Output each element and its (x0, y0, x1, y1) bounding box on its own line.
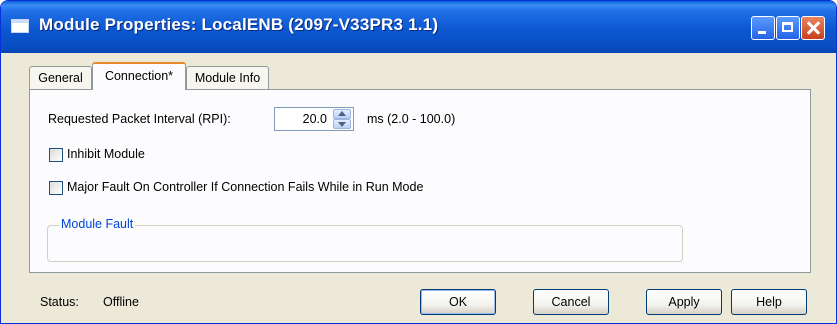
module-properties-dialog: Module Properties: LocalENB (2097-V33PR3… (0, 0, 837, 324)
rpi-range-label: ms (2.0 - 100.0) (367, 112, 456, 126)
status-label: Status: (40, 295, 79, 309)
maximize-icon[interactable] (776, 16, 800, 40)
rpi-label: Requested Packet Interval (RPI): (48, 112, 231, 126)
minimize-icon[interactable] (751, 16, 775, 40)
window-title: Module Properties: LocalENB (2097-V33PR3… (39, 15, 439, 34)
rpi-spinbox[interactable]: 20.0 (274, 107, 354, 131)
status-value: Offline (103, 295, 139, 309)
tab-general[interactable]: General (29, 66, 92, 89)
ok-button[interactable]: OK (420, 289, 496, 315)
inhibit-module-label[interactable]: Inhibit Module (67, 147, 145, 161)
help-button[interactable]: Help (731, 289, 807, 315)
cancel-button[interactable]: Cancel (533, 289, 609, 315)
module-fault-groupbox (47, 225, 683, 262)
tab-module-info[interactable]: Module Info (186, 66, 269, 89)
title-bar[interactable]: Module Properties: LocalENB (2097-V33PR3… (1, 1, 836, 53)
major-fault-checkbox[interactable] (49, 181, 63, 195)
inhibit-module-checkbox[interactable] (49, 148, 63, 162)
major-fault-label[interactable]: Major Fault On Controller If Connection … (67, 180, 423, 194)
tab-connection[interactable]: Connection* (92, 62, 186, 90)
spin-up-icon[interactable] (333, 109, 351, 119)
window-icon (11, 19, 29, 33)
close-icon[interactable] (801, 16, 825, 40)
rpi-value[interactable]: 20.0 (303, 112, 327, 126)
apply-button[interactable]: Apply (646, 289, 722, 315)
spin-down-icon[interactable] (333, 119, 351, 129)
module-fault-label: Module Fault (59, 217, 136, 231)
